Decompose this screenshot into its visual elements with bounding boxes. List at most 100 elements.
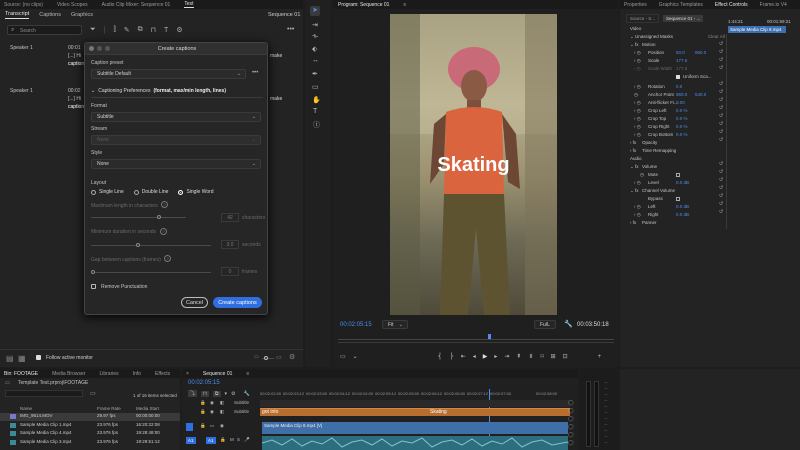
timestamp[interactable]: 00:02 xyxy=(68,88,81,94)
reset-icon[interactable]: ↺ xyxy=(719,56,723,64)
tab-video-scopes[interactable]: Video Scopes xyxy=(57,2,88,8)
audio-clip[interactable] xyxy=(262,436,568,450)
quality-select[interactable]: Full ⌄ xyxy=(534,320,556,329)
tab-program[interactable]: Program: Sequence 01 xyxy=(338,2,389,8)
split-icon[interactable]: ⊓ xyxy=(151,26,156,34)
bin-row[interactable]: Sample Media Clip 4.mp4 23.976 fps 19:28:4… xyxy=(0,430,180,438)
filter-icon[interactable]: ⏷ xyxy=(90,26,96,34)
ec-uniform-scale[interactable]: Uniform Sca... xyxy=(620,74,726,82)
reset-icon[interactable]: ↺ xyxy=(719,104,723,112)
vertical-type-icon[interactable]: ⓣ xyxy=(313,120,320,130)
ec-anti-flicker[interactable]: › ◷ Anti-flicker Fi... 0.00 xyxy=(620,100,726,108)
bin-row[interactable]: Sample Media Clip 1.mp4 23.976 fps 16:20:2… xyxy=(0,422,180,430)
search-input[interactable]: Search xyxy=(20,28,36,34)
source-patch-a1[interactable]: A1 xyxy=(186,437,196,444)
lock-icon[interactable]: 🔒 xyxy=(220,437,226,443)
reset-icon[interactable]: ↺ xyxy=(719,88,723,96)
style-select[interactable]: None ⌄ xyxy=(91,159,261,169)
linked-icon[interactable]: ⧉ xyxy=(212,390,221,397)
speaker-label[interactable]: Speaker 1 xyxy=(10,88,33,94)
tab-captions[interactable]: Captions xyxy=(39,12,61,18)
program-timecode[interactable]: 00:02:05:15 xyxy=(340,322,372,328)
reset-icon[interactable]: ↺ xyxy=(719,136,723,144)
reset-icon[interactable]: ↺ xyxy=(719,48,723,56)
timeline-timecode[interactable]: 00:02:05:15 xyxy=(188,380,220,386)
ec-anchor-point[interactable]: ◷ Anchor Point 960.0 540.0 xyxy=(620,92,726,100)
ec-mute[interactable]: ◷ Mute xyxy=(620,172,726,180)
ec-channel-volume[interactable]: ⌄ fx Channel Volume xyxy=(620,188,726,196)
eye-icon[interactable]: ◉ xyxy=(210,400,214,406)
track-target-v1[interactable] xyxy=(186,423,193,431)
follow-checkbox[interactable] xyxy=(36,355,41,360)
tab-effects[interactable]: Effects xyxy=(155,371,170,377)
chevron-down-icon[interactable]: ⌄ xyxy=(353,353,358,360)
tab-frameio[interactable]: Frame.io V4 xyxy=(760,2,787,8)
lift-icon[interactable]: ⇞ xyxy=(516,353,521,360)
captioning-prefs-toggle[interactable]: ⌄ Captioning Preferences (format, max/mi… xyxy=(91,88,226,94)
selection-tool-icon[interactable]: ➤ xyxy=(310,6,320,16)
transcript-snippet-end[interactable]: make xyxy=(270,53,282,59)
tab-effect-controls[interactable]: Effect Controls xyxy=(715,2,748,8)
lock-icon[interactable]: 🔒 xyxy=(200,423,206,429)
caption-icon[interactable]: ▤ xyxy=(6,354,14,363)
ec-rotation[interactable]: › ◷ Rotation 0.0 xyxy=(620,84,726,92)
mute-icon[interactable]: M xyxy=(230,437,234,442)
tab-bin-footage[interactable]: Bin: FOOTAGE xyxy=(4,371,38,377)
ec-motion[interactable]: ⌄ fx Motion xyxy=(620,42,726,50)
fit-select[interactable]: Fit ⌄ xyxy=(382,320,408,329)
hand-icon[interactable]: ✋ xyxy=(312,96,321,104)
tab-text[interactable]: Text xyxy=(184,1,194,8)
track-target-a1[interactable]: A1 xyxy=(206,437,216,444)
transcript-snippet[interactable]: caption xyxy=(68,104,84,110)
caption-clip[interactable] xyxy=(260,408,570,416)
mark-out-icon[interactable]: ⎬ xyxy=(449,353,454,360)
eye-icon[interactable]: ◉ xyxy=(220,423,224,429)
ec-time-remapping[interactable]: › fx Time Remapping xyxy=(620,148,726,156)
mic-icon[interactable]: 🎤 xyxy=(244,437,250,443)
reset-icon[interactable]: ↺ xyxy=(719,80,723,88)
mark-in-icon[interactable]: ⎨ xyxy=(438,353,443,360)
reset-icon[interactable]: ↺ xyxy=(719,160,723,168)
camera-icon[interactable]: ⌑ xyxy=(540,353,543,360)
ec-crop-bottom[interactable]: › ◷ Crop Bottom 0.0 % xyxy=(620,132,726,140)
ec-opacity[interactable]: › fx Opacity xyxy=(620,140,726,148)
add-button-icon[interactable]: + xyxy=(598,354,602,360)
speaker-label[interactable]: Speaker 1 xyxy=(10,45,33,51)
reset-icon[interactable]: ↺ xyxy=(719,192,723,200)
column-name[interactable]: Name xyxy=(20,406,32,411)
mute-icon[interactable]: ◧ xyxy=(220,409,224,415)
go-to-in-icon[interactable]: ⇤ xyxy=(461,353,466,360)
reset-icon[interactable]: ↺ xyxy=(719,96,723,104)
snap-icon[interactable]: ⊓ xyxy=(201,390,209,397)
zoom-slider[interactable] xyxy=(262,356,274,360)
remove-punctuation-checkbox[interactable] xyxy=(91,284,96,289)
reset-icon[interactable]: ↺ xyxy=(719,120,723,128)
info-icon[interactable]: ? xyxy=(161,201,168,208)
bin-row[interactable]: Sample Media Clip 3.mp4 23.976 fps 19:29:5… xyxy=(0,439,180,447)
wrench-icon[interactable]: 🔧 xyxy=(244,391,250,397)
tab-properties[interactable]: Properties xyxy=(624,2,647,8)
lock-icon[interactable]: 🔒 xyxy=(200,409,206,415)
reset-icon[interactable]: ↺ xyxy=(719,112,723,120)
radio-double-line[interactable]: Double Line xyxy=(133,189,168,195)
marker-icon[interactable]: ▾ xyxy=(225,391,228,397)
column-frame-rate[interactable]: Frame Rate xyxy=(97,406,121,411)
caption-preset-select[interactable]: Subtitle Default ⌄ xyxy=(91,69,246,79)
step-back-icon[interactable]: ◂ xyxy=(473,353,476,360)
lock-icon[interactable]: 🔒 xyxy=(200,400,206,406)
bin-search-box[interactable] xyxy=(5,390,83,397)
tab-audio-clip-mixer[interactable]: Audio Clip Mixer: Sequence 01 xyxy=(102,2,171,8)
reset-icon[interactable]: ↺ xyxy=(719,208,723,216)
panel-menu-icon[interactable]: ≡ xyxy=(246,371,249,377)
transcript-snippet[interactable]: [...] Hi xyxy=(68,96,81,102)
merge-icon[interactable]: ⧉ xyxy=(138,26,143,34)
zoom-in-icon[interactable]: ▭ xyxy=(276,354,282,361)
mute-icon[interactable]: ◧ xyxy=(220,400,224,406)
settings-icon[interactable]: ⚙ xyxy=(289,353,295,361)
reset-icon[interactable]: ↺ xyxy=(719,176,723,184)
ec-crop-top[interactable]: › ◷ Crop Top 0.0 % xyxy=(620,116,726,124)
type-tool-icon[interactable]: T xyxy=(313,108,317,115)
radio-single-word[interactable]: Single Word xyxy=(178,189,214,195)
tab-transcript[interactable]: Transcript xyxy=(5,11,30,19)
create-captions-button[interactable]: Create captions xyxy=(213,297,262,308)
